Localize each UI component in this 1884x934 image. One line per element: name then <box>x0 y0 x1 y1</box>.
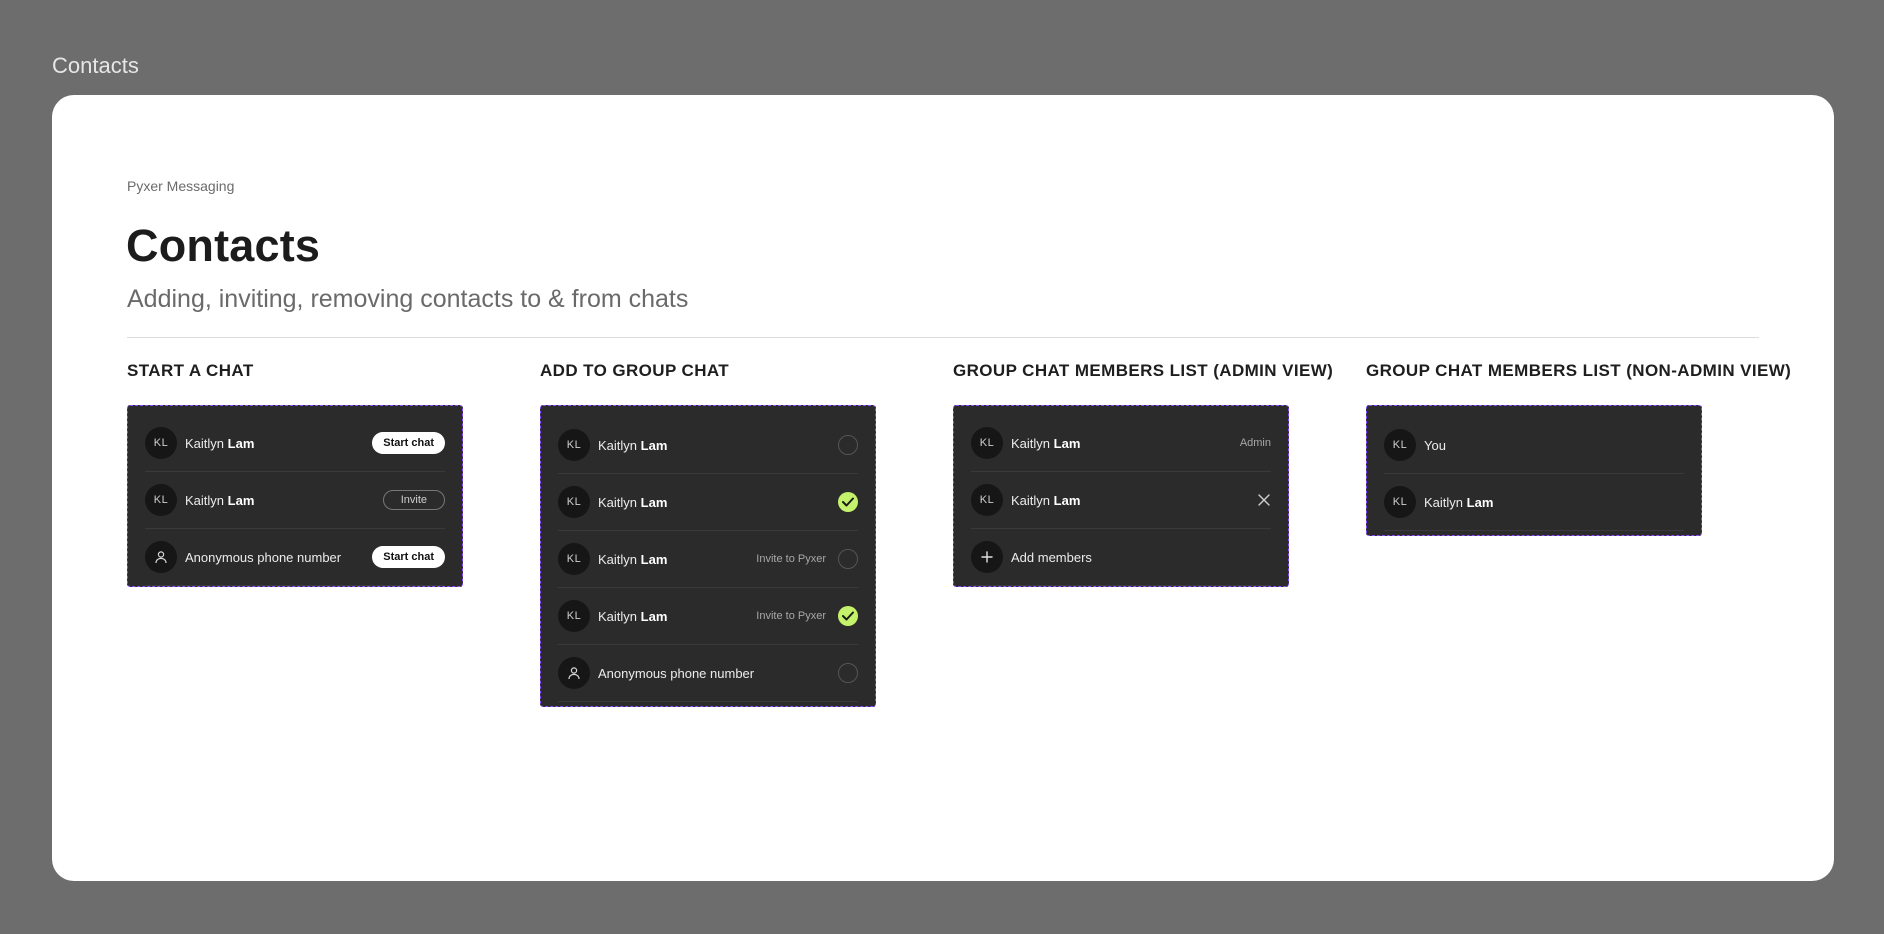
avatar: KL <box>558 486 590 518</box>
list-item: Anonymous phone number Start chat <box>145 529 445 586</box>
start-chat-button[interactable]: Start chat <box>372 546 445 568</box>
avatar: KL <box>145 427 177 459</box>
section-title-start-chat: START A CHAT <box>127 361 254 380</box>
page-title: Contacts <box>126 220 321 271</box>
list-item: KL Kaitlyn Lam Invite <box>145 472 445 529</box>
list-item[interactable]: Anonymous phone number <box>558 645 858 702</box>
person-icon <box>145 541 177 573</box>
invite-note: Invite to Pyxer <box>756 610 826 622</box>
list-item[interactable]: KL Kaitlyn Lam <box>558 474 858 531</box>
list-item[interactable]: KL Kaitlyn Lam Invite to Pyxer <box>558 588 858 645</box>
list-item: KL Kaitlyn Lam Admin <box>971 415 1271 472</box>
add-members-label: Add members <box>1011 549 1092 565</box>
avatar: KL <box>145 484 177 516</box>
start-chat-panel: KL Kaitlyn Lam Start chat KL Kaitlyn Lam… <box>127 405 463 587</box>
eyebrow-label: Pyxer Messaging <box>127 178 235 194</box>
contact-name: You <box>1424 437 1446 453</box>
contact-name: Kaitlyn Lam <box>185 435 255 451</box>
avatar: KL <box>971 484 1003 516</box>
admin-badge: Admin <box>1239 437 1271 449</box>
contact-name: Kaitlyn Lam <box>598 494 668 510</box>
avatar: KL <box>1384 429 1416 461</box>
close-icon[interactable] <box>1257 493 1271 507</box>
avatar: KL <box>971 427 1003 459</box>
contact-name: Kaitlyn Lam <box>598 437 668 453</box>
contact-name: Kaitlyn Lam <box>1011 492 1081 508</box>
page-subtitle: Adding, inviting, removing contacts to &… <box>127 285 689 313</box>
section-title-non-admin-view: GROUP CHAT MEMBERS LIST (NON-ADMIN VIEW) <box>1366 361 1792 380</box>
contact-name: Kaitlyn Lam <box>598 608 668 624</box>
contact-name: Kaitlyn Lam <box>1011 435 1081 451</box>
frame-title: Contacts <box>52 53 139 78</box>
non-admin-members-panel: KL You KL Kaitlyn Lam <box>1366 405 1702 536</box>
avatar: KL <box>558 600 590 632</box>
avatar: KL <box>558 429 590 461</box>
divider <box>127 337 1759 338</box>
add-members-button[interactable]: Add members <box>971 529 1271 586</box>
admin-members-panel: KL Kaitlyn Lam Admin KL Kaitlyn Lam Add … <box>953 405 1289 587</box>
contact-name: Anonymous phone number <box>598 665 755 681</box>
start-chat-button[interactable]: Start chat <box>372 432 445 454</box>
section-title-add-group: ADD TO GROUP CHAT <box>540 361 730 380</box>
list-item[interactable]: KL Kaitlyn Lam Invite to Pyxer <box>558 531 858 588</box>
check-icon[interactable] <box>838 606 858 626</box>
plus-icon <box>971 541 1003 573</box>
avatar: KL <box>558 543 590 575</box>
list-item: KL Kaitlyn Lam <box>1384 474 1684 531</box>
check-icon[interactable] <box>838 492 858 512</box>
person-icon <box>558 657 590 689</box>
contact-name: Kaitlyn Lam <box>1424 494 1494 510</box>
select-radio[interactable] <box>838 549 858 569</box>
invite-note: Invite to Pyxer <box>756 553 826 565</box>
avatar: KL <box>1384 486 1416 518</box>
add-group-panel: KL Kaitlyn Lam KL Kaitlyn Lam KL Kaitlyn… <box>540 405 876 707</box>
select-radio[interactable] <box>838 663 858 683</box>
contact-name: Kaitlyn Lam <box>598 551 668 567</box>
section-title-admin-view: GROUP CHAT MEMBERS LIST (ADMIN VIEW) <box>953 361 1334 380</box>
list-item: KL Kaitlyn Lam <box>971 472 1271 529</box>
list-item: KL You <box>1384 417 1684 474</box>
invite-button[interactable]: Invite <box>382 490 445 510</box>
contact-name: Kaitlyn Lam <box>185 492 255 508</box>
content-card: Pyxer Messaging Contacts Adding, invitin… <box>52 95 1834 881</box>
contact-name: Anonymous phone number <box>185 549 342 565</box>
list-item: KL Kaitlyn Lam Start chat <box>145 415 445 472</box>
select-radio[interactable] <box>838 435 858 455</box>
list-item[interactable]: KL Kaitlyn Lam <box>558 417 858 474</box>
